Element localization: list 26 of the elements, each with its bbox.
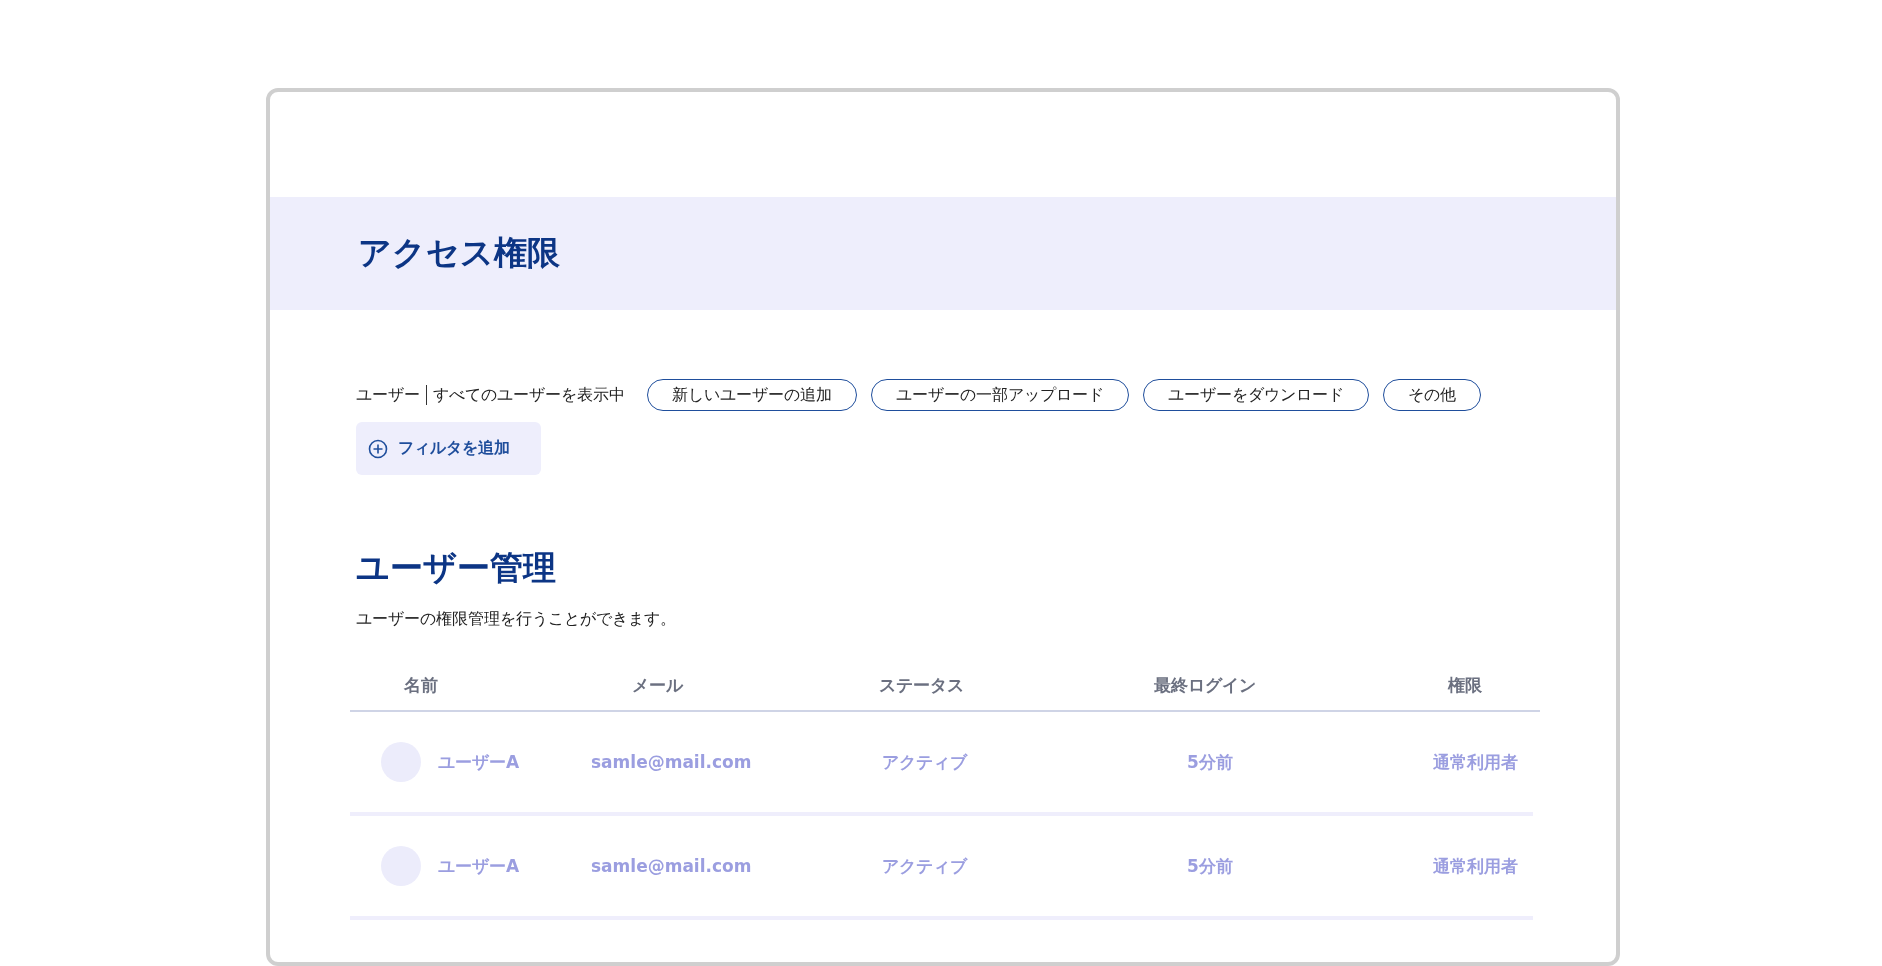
last-login: 5分前: [1187, 750, 1233, 774]
user-role: 通常利用者: [1433, 854, 1518, 878]
user-email: samle@mail.com: [591, 856, 752, 876]
section-title: ユーザー管理: [356, 548, 557, 588]
add-circle-icon: [368, 438, 388, 459]
user-name: ユーザーA: [438, 854, 520, 878]
action-button[interactable]: ユーザーの一部アップロード: [871, 379, 1129, 411]
user-email: samle@mail.com: [591, 752, 752, 772]
column-header: 最終ログイン: [1154, 673, 1256, 697]
add-filter-button[interactable]: フィルタを追加: [356, 422, 541, 475]
column-header: 権限: [1448, 673, 1482, 697]
action-button[interactable]: ユーザーをダウンロード: [1143, 379, 1369, 411]
action-button[interactable]: その他: [1383, 379, 1481, 411]
last-login: 5分前: [1187, 854, 1233, 878]
user-name: ユーザーA: [438, 750, 520, 774]
section-description: ユーザーの権限管理を行うことができます。: [356, 608, 677, 630]
action-button[interactable]: 新しいユーザーの追加: [647, 379, 857, 411]
column-header: ステータス: [878, 673, 964, 697]
user-status: アクティブ: [882, 750, 967, 774]
column-header: メール: [631, 673, 683, 697]
filter-summary: すべてのユーザーを表示中: [433, 384, 625, 406]
user-status: アクティブ: [882, 854, 967, 878]
user-role: 通常利用者: [1433, 750, 1518, 774]
page-title: アクセス権限: [358, 232, 560, 274]
users-label: ユーザー: [356, 384, 420, 406]
column-header: 名前: [404, 673, 438, 697]
